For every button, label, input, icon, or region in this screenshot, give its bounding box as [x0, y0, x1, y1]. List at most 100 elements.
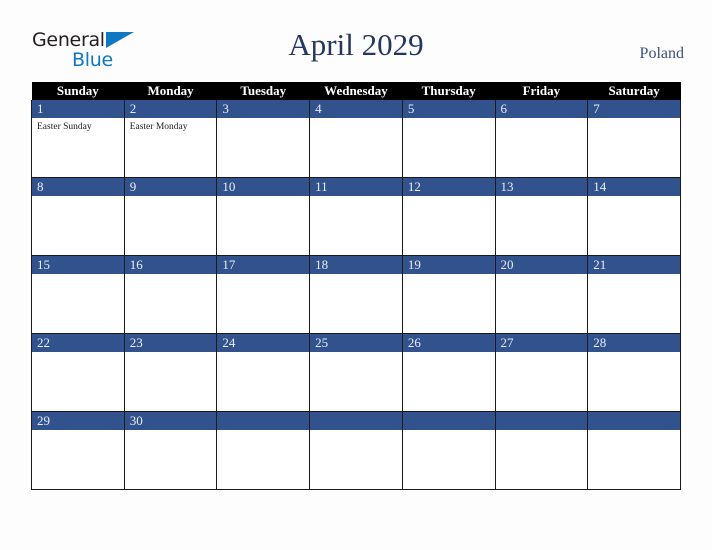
- day-number-bar: 10: [217, 178, 310, 196]
- day-events: [588, 196, 680, 199]
- day-cell-content: 27: [495, 334, 588, 411]
- calendar-day-cell[interactable]: 29: [31, 411, 125, 490]
- day-cell-content: 18: [310, 256, 402, 333]
- day-number: 10: [222, 179, 236, 194]
- day-number-bar: [402, 412, 495, 430]
- calendar-day-cell[interactable]: 26: [401, 333, 496, 412]
- day-number: 2: [129, 101, 137, 116]
- day-events: Easter Monday: [125, 118, 217, 133]
- day-events: [588, 352, 680, 355]
- day-number-bar: 16: [124, 256, 217, 274]
- day-events: [496, 118, 588, 121]
- day-cell-content: 5: [402, 100, 495, 177]
- calendar-day-cell[interactable]: 8: [31, 177, 125, 256]
- calendar-day-cell[interactable]: [401, 411, 496, 490]
- day-number: 9: [129, 179, 137, 194]
- calendar-day-cell[interactable]: [216, 411, 311, 490]
- day-number-bar: 21: [588, 256, 680, 274]
- day-number: 16: [129, 257, 143, 272]
- calendar-day-cell[interactable]: 22: [31, 333, 125, 412]
- day-number-bar: 17: [217, 256, 310, 274]
- calendar-week-row: 22 23 24 25 26 27 28: [31, 333, 681, 412]
- calendar-day-cell[interactable]: 17: [216, 255, 311, 334]
- calendar-day-cell[interactable]: 15: [31, 255, 125, 334]
- day-number-bar: 26: [402, 334, 495, 352]
- day-cell-content: 21: [588, 256, 680, 333]
- calendar-day-cell[interactable]: 13: [494, 177, 589, 256]
- calendar-day-cell[interactable]: 14: [587, 177, 681, 256]
- day-events: [403, 430, 495, 433]
- day-number: 7: [593, 101, 600, 116]
- day-events: [125, 352, 217, 355]
- calendar-day-cell[interactable]: [309, 411, 403, 490]
- day-cell-content: [217, 412, 310, 489]
- calendar-day-cell[interactable]: 10: [216, 177, 311, 256]
- day-cell-content: 26: [402, 334, 495, 411]
- weekday-header-thursday: Thursday: [402, 82, 496, 100]
- day-number-bar: [217, 412, 310, 430]
- calendar-day-cell[interactable]: 6: [494, 100, 589, 178]
- day-number: 23: [129, 335, 143, 350]
- day-number-bar: 9: [124, 178, 217, 196]
- day-number-bar: 22: [32, 334, 124, 352]
- calendar-day-cell[interactable]: 1 Easter Sunday: [31, 100, 125, 178]
- calendar-day-cell[interactable]: 11: [309, 177, 403, 256]
- day-cell-content: 22: [32, 334, 124, 411]
- weekday-header-saturday: Saturday: [587, 82, 681, 100]
- day-cell-content: 13: [495, 178, 588, 255]
- calendar-day-cell[interactable]: 23: [123, 333, 218, 412]
- day-events: [32, 196, 124, 199]
- calendar-day-cell[interactable]: 24: [216, 333, 311, 412]
- day-cell-content: [588, 412, 680, 489]
- weekday-header-friday: Friday: [495, 82, 588, 100]
- day-cell-content: [310, 412, 402, 489]
- day-events: [588, 430, 680, 433]
- day-events: [32, 274, 124, 277]
- day-cell-content: 9: [124, 178, 217, 255]
- calendar-day-cell[interactable]: [587, 411, 681, 490]
- day-number: 29: [37, 413, 50, 428]
- calendar-day-cell[interactable]: 4: [309, 100, 403, 178]
- calendar-day-cell[interactable]: 18: [309, 255, 403, 334]
- calendar-day-cell[interactable]: 3: [216, 100, 311, 178]
- day-number-bar: 19: [402, 256, 495, 274]
- weekday-header-monday: Monday: [124, 82, 217, 100]
- calendar-day-cell[interactable]: 19: [401, 255, 496, 334]
- calendar-day-cell[interactable]: 27: [494, 333, 589, 412]
- calendar-day-cell[interactable]: 25: [309, 333, 403, 412]
- day-cell-content: 24: [217, 334, 310, 411]
- day-number-bar: 5: [402, 100, 495, 118]
- day-number: 11: [315, 179, 328, 194]
- calendar-day-cell[interactable]: [494, 411, 589, 490]
- calendar-day-cell[interactable]: 28: [587, 333, 681, 412]
- day-events: [496, 430, 588, 433]
- day-events: [310, 274, 402, 277]
- day-events: [403, 196, 495, 199]
- day-events: [496, 274, 588, 277]
- calendar-day-cell[interactable]: 21: [587, 255, 681, 334]
- day-cell-content: 29: [32, 412, 124, 489]
- calendar-day-cell[interactable]: 9: [123, 177, 218, 256]
- day-events: [125, 274, 217, 277]
- calendar-day-cell[interactable]: 20: [494, 255, 589, 334]
- calendar-day-cell[interactable]: 12: [401, 177, 496, 256]
- day-events: [403, 274, 495, 277]
- calendar-day-cell[interactable]: 2 Easter Monday: [123, 100, 218, 178]
- day-cell-content: 2 Easter Monday: [124, 100, 217, 177]
- day-number-bar: 30: [124, 412, 217, 430]
- calendar-day-cell[interactable]: 16: [123, 255, 218, 334]
- day-number: 25: [315, 335, 329, 350]
- calendar-day-cell[interactable]: 30: [123, 411, 218, 490]
- day-number: 27: [500, 335, 514, 350]
- calendar-day-cell[interactable]: 7: [587, 100, 681, 178]
- day-cell-content: 15: [32, 256, 124, 333]
- day-number-bar: 27: [495, 334, 588, 352]
- day-events: [588, 274, 680, 277]
- day-number: 30: [129, 413, 143, 428]
- weekday-header-sunday: Sunday: [31, 82, 125, 100]
- day-number: 19: [407, 257, 421, 272]
- day-number: 28: [593, 335, 607, 350]
- calendar-day-cell[interactable]: 5: [401, 100, 496, 178]
- day-number-bar: 8: [32, 178, 124, 196]
- day-number-bar: 4: [310, 100, 402, 118]
